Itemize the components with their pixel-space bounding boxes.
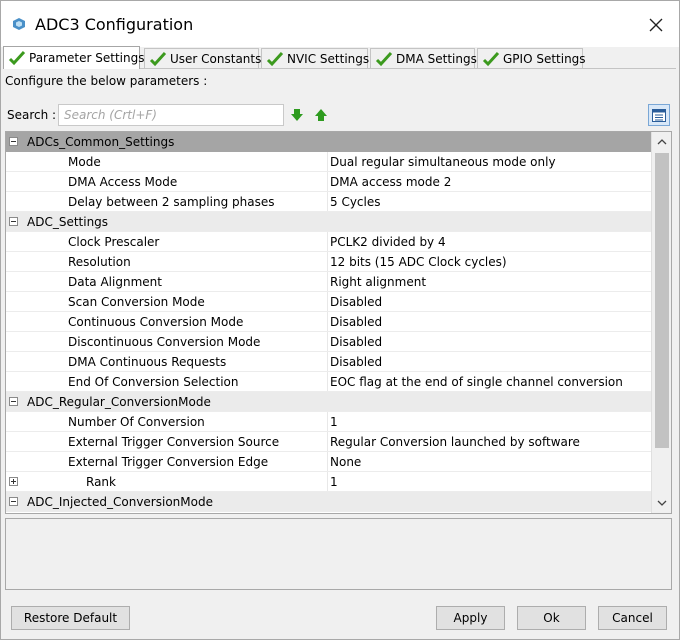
param-name: Number Of Conversion: [68, 415, 205, 429]
table-row[interactable]: End Of Conversion Selection EOC flag at …: [6, 372, 651, 392]
table-row[interactable]: Scan Conversion Mode Disabled: [6, 292, 651, 312]
table-row[interactable]: Clock Prescaler PCLK2 divided by 4: [6, 232, 651, 252]
checkmark-icon: [266, 51, 284, 66]
tab-parameter-settings[interactable]: Parameter Settings: [3, 46, 144, 69]
param-name: Clock Prescaler: [68, 235, 160, 249]
tab-label: User Constants: [170, 51, 262, 66]
cancel-button[interactable]: Cancel: [598, 606, 667, 630]
parameter-table: ADCs_Common_Settings Mode Dual regular s…: [5, 131, 672, 514]
param-value[interactable]: 12 bits (15 ADC Clock cycles): [330, 255, 507, 269]
apply-button[interactable]: Apply: [436, 606, 505, 630]
param-value[interactable]: 1: [330, 475, 338, 489]
collapse-icon[interactable]: [9, 397, 18, 406]
list-view-icon: [652, 108, 666, 122]
param-name: DMA Continuous Requests: [68, 355, 227, 369]
group-row-adc-injected-conversionmode[interactable]: ADC_Injected_ConversionMode: [6, 492, 651, 512]
param-value[interactable]: DMA access mode 2: [330, 175, 451, 189]
param-name: External Trigger Conversion Edge: [68, 455, 269, 469]
table-row[interactable]: DMA Access Mode DMA access mode 2: [6, 172, 651, 192]
group-row-adcs-common-settings[interactable]: ADCs_Common_Settings: [6, 132, 651, 152]
group-label: ADC_Regular_ConversionMode: [27, 395, 211, 409]
checkmark-icon: [149, 51, 167, 66]
param-value[interactable]: Disabled: [330, 295, 382, 309]
table-row[interactable]: External Trigger Conversion Edge None: [6, 452, 651, 472]
param-name: Delay between 2 sampling phases: [68, 195, 275, 209]
close-icon: [649, 18, 663, 32]
param-value[interactable]: Regular Conversion launched by software: [330, 435, 580, 449]
table-row[interactable]: Delay between 2 sampling phases 5 Cycles: [6, 192, 651, 212]
checkmark-icon: [375, 51, 393, 66]
param-value[interactable]: 5 Cycles: [330, 195, 381, 209]
param-name: Data Alignment: [68, 275, 162, 289]
param-value[interactable]: None: [330, 455, 361, 469]
collapse-icon[interactable]: [9, 497, 18, 506]
param-name: Scan Conversion Mode: [68, 295, 205, 309]
param-value[interactable]: EOC flag at the end of single channel co…: [330, 375, 623, 389]
table-row[interactable]: Number Of Conversion 1: [6, 412, 651, 432]
window-title: ADC3 Configuration: [35, 15, 194, 34]
table-row[interactable]: Rank 1: [6, 472, 651, 492]
group-row-adc-settings[interactable]: ADC_Settings: [6, 212, 651, 232]
param-name: DMA Access Mode: [68, 175, 178, 189]
expand-icon[interactable]: [9, 477, 18, 486]
tab-label: DMA Settings: [396, 51, 477, 66]
restore-default-button[interactable]: Restore Default: [11, 606, 130, 630]
param-value[interactable]: 1: [330, 415, 338, 429]
table-row[interactable]: Discontinuous Conversion Mode Disabled: [6, 332, 651, 352]
tab-user-constants[interactable]: User Constants: [144, 48, 262, 68]
table-row[interactable]: Data Alignment Right alignment: [6, 272, 651, 292]
tab-label: NVIC Settings: [287, 51, 370, 66]
param-name: Discontinuous Conversion Mode: [68, 335, 261, 349]
param-value[interactable]: Disabled: [330, 335, 382, 349]
scrollbar-thumb[interactable]: [655, 153, 669, 448]
table-row[interactable]: Mode Dual regular simultaneous mode only: [6, 152, 651, 172]
ok-button[interactable]: Ok: [517, 606, 586, 630]
view-toggle-button[interactable]: [648, 104, 670, 126]
group-label: ADC_Settings: [27, 215, 109, 229]
tab-nvic-settings[interactable]: NVIC Settings: [261, 48, 370, 68]
vertical-scrollbar[interactable]: [651, 132, 671, 513]
table-row[interactable]: Continuous Conversion Mode Disabled: [6, 312, 651, 332]
param-name: Mode: [68, 155, 101, 169]
search-label: Search :: [7, 108, 57, 122]
param-value[interactable]: Right alignment: [330, 275, 426, 289]
tab-label: Parameter Settings: [29, 51, 145, 65]
configure-label: Configure the below parameters :: [5, 74, 208, 88]
group-row-adc-regular-conversionmode[interactable]: ADC_Regular_ConversionMode: [6, 392, 651, 412]
param-name: End Of Conversion Selection: [68, 375, 239, 389]
collapse-icon[interactable]: [9, 137, 18, 146]
stm32-cube-icon: [13, 18, 25, 30]
title-bar: ADC3 Configuration: [1, 1, 679, 47]
param-name: Resolution: [68, 255, 131, 269]
chevron-down-icon: [657, 500, 666, 506]
search-input[interactable]: [58, 104, 284, 126]
table-row[interactable]: External Trigger Conversion Source Regul…: [6, 432, 651, 452]
table-row[interactable]: DMA Continuous Requests Disabled: [6, 352, 651, 372]
group-label: ADCs_Common_Settings: [27, 135, 175, 149]
description-panel: [5, 518, 672, 590]
table-row[interactable]: Resolution 12 bits (15 ADC Clock cycles): [6, 252, 651, 272]
chevron-up-icon: [657, 139, 666, 145]
tab-dma-settings[interactable]: DMA Settings: [370, 48, 477, 68]
checkmark-icon: [482, 51, 500, 66]
checkmark-icon: [8, 50, 26, 66]
collapse-icon[interactable]: [9, 217, 18, 226]
tab-gpio-settings[interactable]: GPIO Settings: [477, 48, 586, 68]
param-value[interactable]: PCLK2 divided by 4: [330, 235, 446, 249]
tab-label: GPIO Settings: [503, 51, 586, 66]
group-label: ADC_Injected_ConversionMode: [27, 495, 213, 509]
close-button[interactable]: [641, 10, 671, 40]
scroll-up-button[interactable]: [652, 132, 671, 152]
param-name: Continuous Conversion Mode: [68, 315, 244, 329]
param-value[interactable]: Disabled: [330, 315, 382, 329]
scroll-down-button[interactable]: [652, 493, 671, 513]
arrow-up-icon[interactable]: [314, 108, 328, 122]
param-name: Rank: [86, 475, 116, 489]
arrow-down-icon[interactable]: [290, 108, 304, 122]
param-value[interactable]: Disabled: [330, 355, 382, 369]
param-value[interactable]: Dual regular simultaneous mode only: [330, 155, 556, 169]
param-name: External Trigger Conversion Source: [68, 435, 280, 449]
